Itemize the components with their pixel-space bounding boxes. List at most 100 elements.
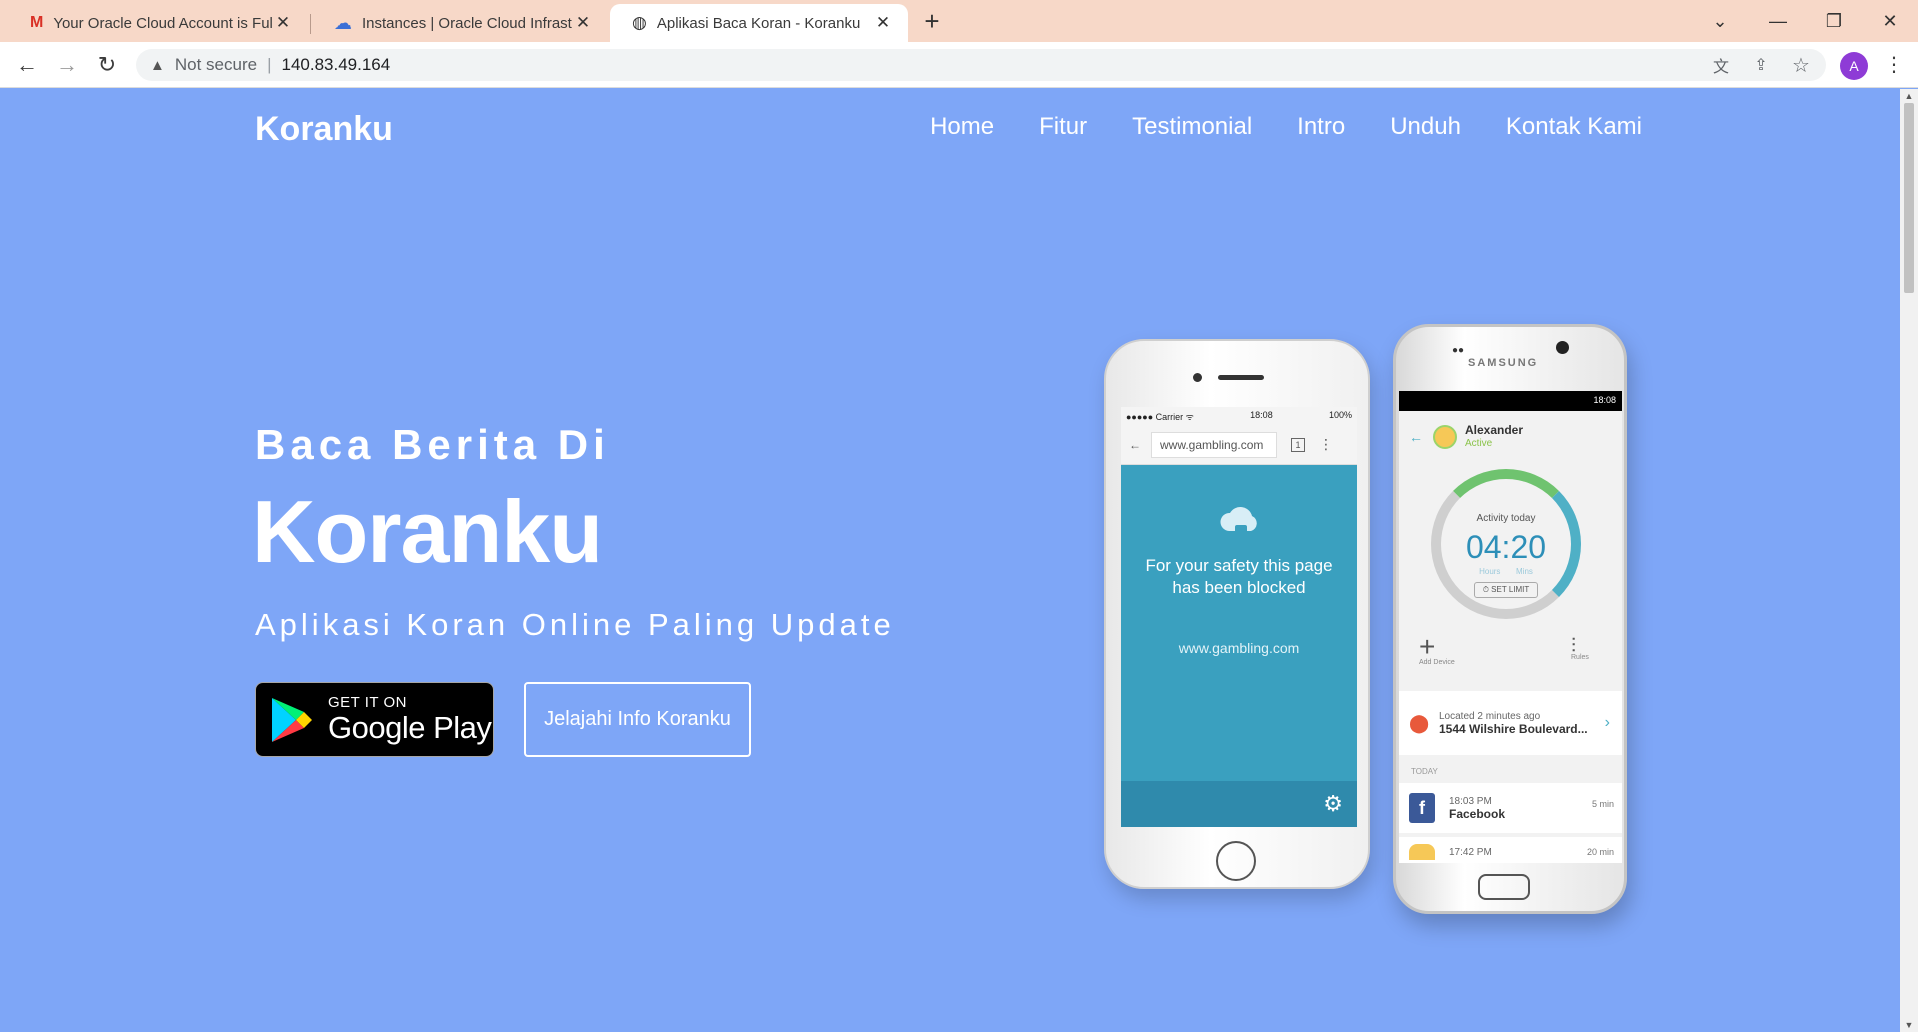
add-device-icon: + Add Device [1419, 631, 1455, 666]
tab-title: Your Oracle Cloud Account is Full [53, 14, 272, 32]
status-bar: 18:08 [1399, 391, 1622, 411]
nav-unduh[interactable]: Unduh [1390, 113, 1461, 141]
user-header: ← Alexander Active [1409, 423, 1523, 451]
gear-icon: ⚙ [1323, 791, 1343, 816]
facebook-name: Facebook [1449, 807, 1506, 821]
close-window-button[interactable]: ✕ [1870, 6, 1910, 36]
profile-avatar[interactable]: A [1840, 52, 1868, 80]
nav-home[interactable]: Home [930, 113, 994, 141]
explore-button[interactable]: Jelajahi Info Koranku [524, 682, 751, 757]
avatar [1433, 425, 1457, 449]
page-content: Koranku Home Fitur Testimonial Intro Und… [0, 89, 1900, 1032]
phone-bottom-bar: ⚙ [1121, 781, 1357, 827]
sensor-dots: ●● [1452, 345, 1465, 356]
tab-title: Aplikasi Baca Koran - Koranku [656, 14, 861, 32]
camera-icon [1556, 341, 1569, 354]
blocked-message: For your safety this page has been block… [1145, 556, 1333, 597]
next-time: 17:42 PM [1449, 846, 1492, 858]
restore-button[interactable]: ❐ [1814, 6, 1854, 36]
translate-icon[interactable]: 文 [1708, 52, 1734, 78]
back-arrow-icon[interactable]: ← [12, 50, 42, 80]
facebook-icon: f [1409, 793, 1435, 823]
nav-intro[interactable]: Intro [1297, 113, 1345, 141]
site-brand[interactable]: Koranku [255, 110, 393, 149]
tab-oracle-instances[interactable]: ☁ Instances | Oracle Cloud Infrastructur… [312, 4, 608, 42]
speaker-grill [1218, 375, 1264, 380]
activity-label: Activity today [1476, 513, 1536, 524]
chevron-right-icon: › [1604, 714, 1610, 731]
back-arrow-icon: ← [1409, 429, 1423, 445]
cloud-icon: ☁ [334, 12, 352, 33]
user-name: Alexander [1465, 423, 1524, 437]
scrollbar-thumb[interactable] [1904, 103, 1914, 293]
tab-gmail[interactable]: M Your Oracle Cloud Account is Full ✕ [8, 4, 308, 42]
tab-koranku[interactable]: ◍ Aplikasi Baca Koran - Koranku ✕ [610, 4, 908, 42]
phone-address-bar: ← www.gambling.com 1 ⋮ [1121, 425, 1357, 465]
close-icon[interactable]: ✕ [572, 12, 594, 34]
back-arrow-icon: ← [1129, 437, 1141, 452]
browser-toolbar: ← → ↻ ▲ Not secure | 140.83.49.164 文 ⇪ ☆… [0, 42, 1918, 88]
tab-strip: M Your Oracle Cloud Account is Full ✕ ☁ … [0, 0, 1918, 42]
minimize-button[interactable]: — [1758, 6, 1798, 36]
scroll-up-icon[interactable]: ▲ [1900, 89, 1918, 103]
app-icon [1409, 844, 1435, 860]
reload-icon[interactable]: ↻ [92, 50, 122, 80]
location-address: 1544 Wilshire Boulevard... [1439, 722, 1588, 736]
forward-arrow-icon[interactable]: → [52, 50, 82, 80]
google-play-big-text: Google Play [328, 710, 492, 745]
gmail-icon: M [30, 14, 44, 31]
bookmark-star-icon[interactable]: ☆ [1788, 52, 1814, 78]
phone-mockup-right: ●● SAMSUNG 18:08 ← Alexander Active Acti… [1393, 324, 1627, 914]
scroll-down-icon[interactable]: ▼ [1900, 1018, 1918, 1032]
camera-icon [1193, 373, 1202, 382]
cloud-lock-icon [1220, 507, 1257, 535]
tab-title: Instances | Oracle Cloud Infrastructure [362, 14, 572, 32]
page-scrollbar[interactable]: ▲ ▼ [1900, 89, 1918, 1032]
hero-title: Koranku [252, 482, 603, 581]
close-icon[interactable]: ✕ [272, 12, 294, 34]
phone-mockup-left: ●●●●● Carrier ᯤ 18:08 100% ← www.gamblin… [1104, 339, 1370, 889]
tab-separator [310, 14, 311, 34]
google-play-icon [272, 697, 312, 742]
rules-sliders-icon: ⫶ Rules [1571, 635, 1589, 661]
new-tab-button[interactable]: + [918, 8, 946, 36]
set-limit-button: ⏱ SET LIMIT [1474, 582, 1538, 598]
activity-ring: Activity today 04:20 Hours Mins ⏱ SET LI… [1431, 469, 1581, 619]
hero-subtitle: Aplikasi Koran Online Paling Update [255, 607, 895, 642]
phone-screen: ●●●●● Carrier ᯤ 18:08 100% ← www.gamblin… [1121, 407, 1357, 827]
google-play-button[interactable]: GET IT ON Google Play [255, 682, 494, 757]
next-duration: 20 min [1586, 847, 1614, 857]
security-label: Not secure [174, 55, 258, 74]
phone-url-field: www.gambling.com [1151, 431, 1277, 458]
today-label: TODAY [1411, 767, 1438, 776]
nav-kontak-kami[interactable]: Kontak Kami [1506, 113, 1642, 141]
share-icon[interactable]: ⇪ [1748, 52, 1774, 78]
address-bar[interactable]: ▲ Not secure | 140.83.49.164 [136, 49, 1826, 81]
globe-icon: ◍ [632, 13, 647, 32]
close-icon[interactable]: ✕ [872, 12, 894, 34]
menu-dots-icon[interactable]: ⋮ [1882, 52, 1906, 80]
next-activity-row: 17:42 PM 20 min [1399, 837, 1622, 863]
status-bar: ●●●●● Carrier ᯤ 18:08 100% [1121, 407, 1357, 425]
facebook-duration: 5 min [1591, 799, 1614, 809]
nav-fitur[interactable]: Fitur [1039, 113, 1087, 141]
phone-brand: SAMSUNG [1468, 357, 1539, 369]
warning-icon: ▲ [150, 56, 165, 74]
site-nav: Home Fitur Testimonial Intro Unduh Konta… [930, 113, 1642, 141]
hours-mins-label: Hours Mins [1479, 567, 1533, 576]
menu-dots-icon: ⋮ [1319, 436, 1333, 452]
url-text: 140.83.49.164 [281, 55, 391, 74]
nav-testimonial[interactable]: Testimonial [1132, 113, 1252, 141]
user-status: Active [1465, 438, 1493, 449]
facebook-time: 18:03 PM [1449, 796, 1492, 807]
activity-time: 04:20 [1465, 529, 1547, 565]
phone-screen: 18:08 ← Alexander Active Activity today … [1399, 391, 1622, 863]
tab-count-icon: 1 [1291, 437, 1305, 452]
rules-label: Rules [1571, 654, 1589, 661]
tab-search-chevron-icon[interactable]: ⌄ [1700, 6, 1740, 36]
location-card: ⬤ Located 2 minutes ago 1544 Wilshire Bo… [1399, 691, 1622, 755]
google-play-small-text: GET IT ON [328, 694, 407, 711]
home-button [1216, 841, 1256, 881]
add-device-label: Add Device [1419, 659, 1455, 666]
home-button [1478, 874, 1530, 900]
